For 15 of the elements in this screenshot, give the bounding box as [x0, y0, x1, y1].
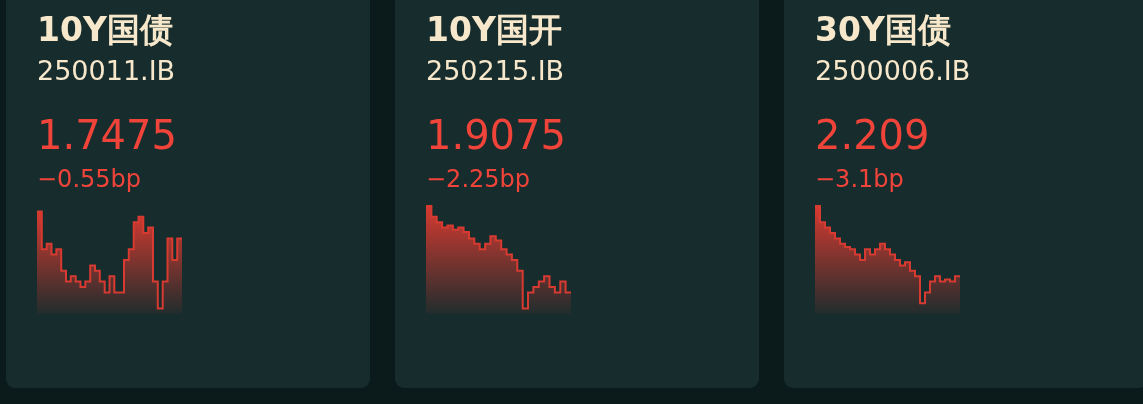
bond-code: 250215.IB — [426, 54, 565, 88]
yield-value: 1.7475 — [37, 111, 177, 160]
quote-card[interactable]: 10Y国开 250215.IB 1.9075 −2.25bp — [395, 0, 759, 388]
quote-card[interactable]: 30Y国债 2500006.IB 2.209 −3.1bp — [784, 0, 1143, 388]
quote-card[interactable]: 10Y国债 250011.IB 1.7475 −0.55bp — [6, 0, 370, 388]
yield-value: 1.9075 — [426, 111, 566, 160]
yield-value: 2.209 — [815, 111, 930, 160]
bond-name: 10Y国债 — [37, 9, 173, 51]
bond-code: 250011.IB — [37, 54, 176, 88]
yield-change: −0.55bp — [37, 164, 141, 194]
bond-name: 10Y国开 — [426, 9, 562, 51]
bond-name: 30Y国债 — [815, 9, 951, 51]
bond-code: 2500006.IB — [815, 54, 971, 88]
yield-change: −3.1bp — [815, 164, 904, 194]
yield-change: −2.25bp — [426, 164, 530, 194]
